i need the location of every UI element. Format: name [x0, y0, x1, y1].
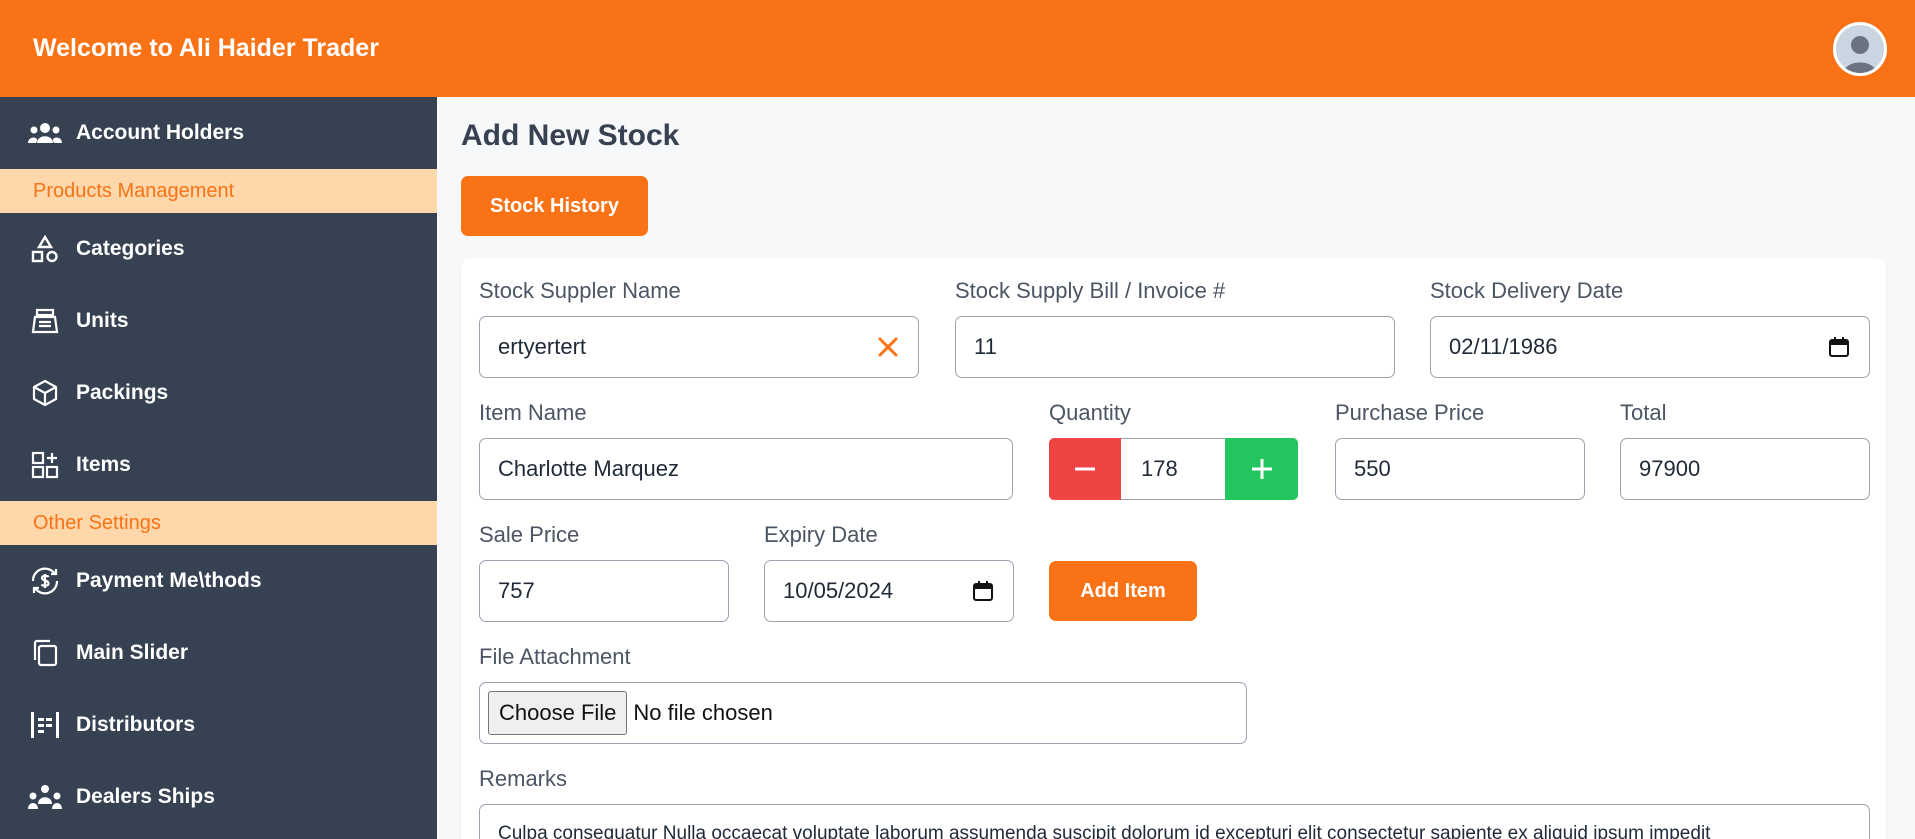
slides-icon: [28, 636, 62, 670]
file-attachment-input[interactable]: Choose File No file chosen: [479, 682, 1247, 744]
section-other-settings: Other Settings: [0, 501, 437, 545]
sale-price-input[interactable]: 757: [479, 560, 729, 622]
sidebar-item-label: Units: [76, 309, 129, 332]
clear-icon[interactable]: [858, 335, 918, 359]
main-content: Add New Stock Stock History Stock Supple…: [437, 97, 1915, 839]
top-bar: Welcome to Ali Haider Trader: [0, 0, 1915, 97]
users-icon: [28, 116, 62, 150]
choose-file-button[interactable]: Choose File: [488, 691, 628, 735]
item-name-label: Item Name: [479, 400, 587, 425]
sidebar-item-label: Packings: [76, 381, 169, 404]
sidebar-item-payment-methods[interactable]: Payment Me\thods: [0, 545, 437, 617]
invoice-input[interactable]: 11: [955, 316, 1395, 378]
sidebar-item-account-holders[interactable]: Account Holders: [0, 97, 437, 169]
sidebar-item-label: Payment Me\thods: [76, 569, 262, 592]
shapes-icon: [28, 232, 62, 266]
quantity-value: 178: [1141, 456, 1178, 481]
delivery-date-input[interactable]: 02/11/1986: [1430, 316, 1870, 378]
calendar-icon[interactable]: [953, 580, 1013, 602]
delivery-date-label: Stock Delivery Date: [1430, 278, 1624, 303]
sidebar-item-label: Main Slider: [76, 641, 189, 664]
sidebar-item-label: Dealers Ships: [76, 785, 215, 808]
purchase-price-label: Purchase Price: [1335, 400, 1485, 425]
grid-plus-icon: [28, 448, 62, 482]
decrement-button[interactable]: [1049, 438, 1121, 500]
sidebar-item-units[interactable]: Units: [0, 285, 437, 357]
add-item-button[interactable]: Add Item: [1049, 561, 1197, 621]
list-grid-icon: [28, 708, 62, 742]
sidebar-item-categories[interactable]: Categories: [0, 213, 437, 285]
total-value: 97900: [1639, 456, 1701, 481]
sidebar-item-distributors[interactable]: Distributors: [0, 689, 437, 761]
invoice-value: 11: [974, 334, 997, 359]
plus-icon: [1251, 459, 1272, 479]
file-attachment-label: File Attachment: [479, 644, 631, 669]
sidebar: Account Holders Products Management Cate…: [0, 97, 437, 839]
quantity-label: Quantity: [1049, 400, 1131, 425]
total-label: Total: [1620, 400, 1667, 425]
remarks-value: Culpa consequatur Nulla occaecat volupta…: [498, 823, 1711, 839]
quantity-stepper: 178: [1049, 438, 1298, 500]
user-avatar-icon: [1844, 35, 1876, 73]
expiry-date-input[interactable]: 10/05/2024: [764, 560, 1014, 622]
remarks-label: Remarks: [479, 766, 568, 791]
delivery-date-value: 02/11/1986: [1449, 334, 1558, 359]
sidebar-item-packings[interactable]: Packings: [0, 357, 437, 429]
sidebar-item-dealers-ships[interactable]: Dealers Ships: [0, 761, 437, 833]
invoice-label: Stock Supply Bill / Invoice #: [955, 278, 1226, 303]
item-name-value: Charlotte Marquez: [498, 456, 679, 481]
section-products-management: Products Management: [0, 169, 437, 213]
sale-price-label: Sale Price: [479, 522, 580, 547]
expiry-date-value: 10/05/2024: [783, 578, 894, 603]
increment-button[interactable]: [1225, 438, 1298, 500]
avatar[interactable]: [1833, 21, 1887, 76]
file-status: No file chosen: [633, 700, 773, 725]
calendar-icon[interactable]: [1809, 336, 1869, 358]
stock-form-card: Stock Suppler Name ertyertert Stock Supp…: [461, 258, 1886, 839]
people-group-icon: [28, 780, 62, 814]
sidebar-item-label: Items: [76, 453, 131, 476]
sidebar-item-label: Account Holders: [76, 121, 245, 144]
purchase-price-value: 550: [1354, 456, 1391, 481]
quantity-input[interactable]: 178: [1121, 438, 1225, 500]
box-icon: [28, 376, 62, 410]
dollar-cycle-icon: [28, 564, 62, 598]
supplier-name-value: ertyertert: [498, 334, 587, 359]
purchase-price-input[interactable]: 550: [1335, 438, 1585, 500]
sidebar-item-label: Categories: [76, 237, 185, 260]
page-title: Add New Stock: [461, 119, 680, 152]
total-input[interactable]: 97900: [1620, 438, 1870, 500]
minus-icon: [1075, 467, 1095, 471]
scale-icon: [28, 304, 62, 338]
item-name-input[interactable]: Charlotte Marquez: [479, 438, 1013, 500]
supplier-name-input[interactable]: ertyertert: [479, 316, 919, 378]
app-title: Welcome to Ali Haider Trader: [33, 34, 379, 62]
expiry-date-label: Expiry Date: [764, 522, 878, 547]
sale-price-value: 757: [498, 578, 535, 603]
sidebar-item-label: Distributors: [76, 713, 196, 736]
stock-history-button[interactable]: Stock History: [461, 176, 648, 236]
sidebar-item-main-slider[interactable]: Main Slider: [0, 617, 437, 689]
supplier-label: Stock Suppler Name: [479, 278, 681, 303]
sidebar-item-items[interactable]: Items: [0, 429, 437, 501]
remarks-textarea[interactable]: Culpa consequatur Nulla occaecat volupta…: [479, 804, 1870, 839]
